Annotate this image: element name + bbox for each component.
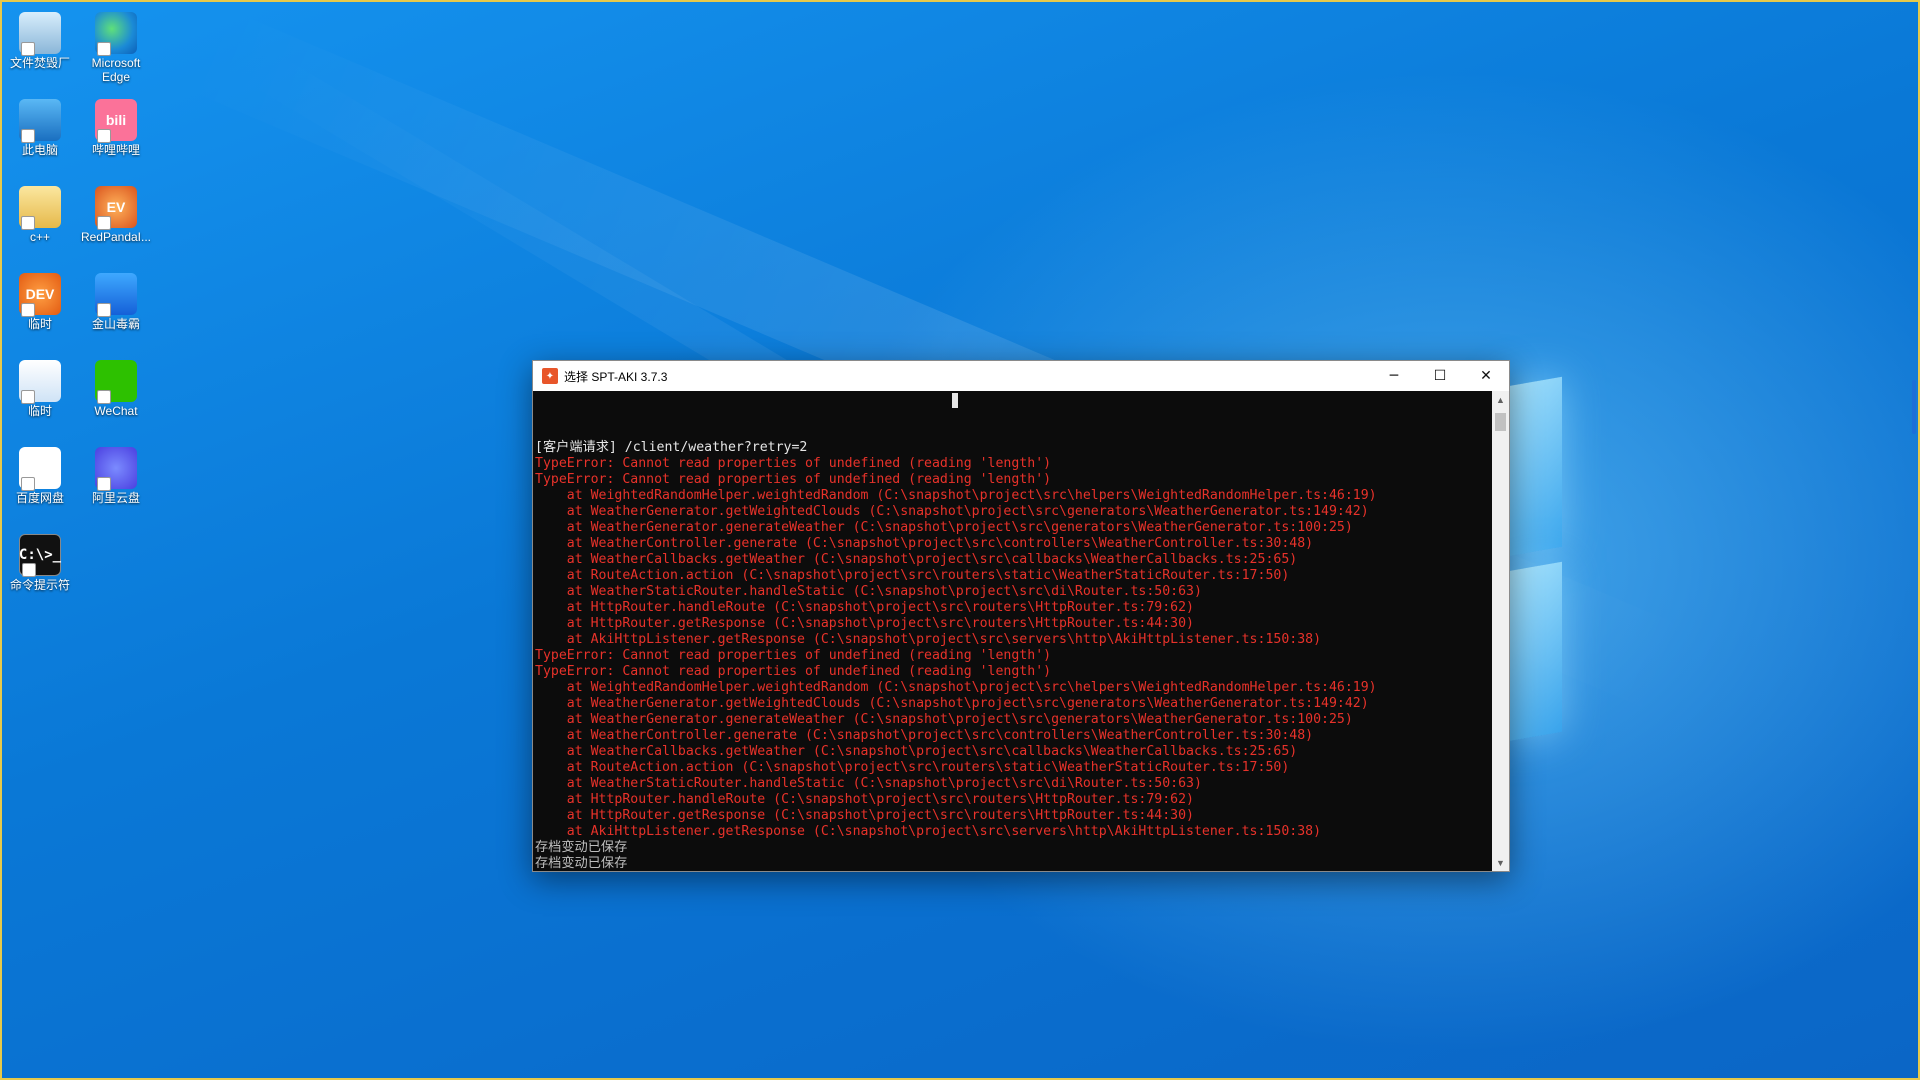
console-line: at AkiHttpListener.getResponse (C:\snaps… <box>535 824 1322 839</box>
red-panda-icon: EV <box>95 186 137 230</box>
console-line: at WeatherStaticRouter.handleStatic (C:\… <box>535 584 1202 599</box>
desktop-icon-label: 金山毒霸 <box>91 317 140 331</box>
console-line: at WeightedRandomHelper.weightedRandom (… <box>535 680 1377 695</box>
wechat-icon <box>95 360 137 404</box>
bilibili-icon: bili <box>95 99 137 143</box>
desktop-icon-label: 文件焚毁厂 <box>9 56 70 70</box>
aliyun-drive-icon <box>95 447 137 491</box>
console-line: at WeatherGenerator.generateWeather (C:\… <box>535 520 1353 535</box>
console-line: at WeatherGenerator.generateWeather (C:\… <box>535 712 1353 727</box>
console-line: at RouteAction.action (C:\snapshot\proje… <box>535 568 1290 583</box>
maximize-button[interactable]: ☐ <box>1417 361 1463 391</box>
baidu-netdisk-icon <box>19 447 61 491</box>
desktop-icon-label: 临时 <box>27 317 52 331</box>
desktop-icon-temp-dev[interactable]: DEV 临时 <box>2 267 78 349</box>
desktop-icon-label: 阿里云盘 <box>91 491 140 505</box>
console-line: at WeatherGenerator.getWeightedClouds (C… <box>535 504 1369 519</box>
console-line: TypeError: Cannot read properties of und… <box>535 648 1052 663</box>
console-line: [客户端请求] /client/weather?retry=2 <box>535 440 808 455</box>
window-title: 选择 SPT-AKI 3.7.3 <box>564 369 668 384</box>
folder-icon <box>19 186 61 230</box>
console-window[interactable]: ✦ 选择 SPT-AKI 3.7.3 ─ ☐ ✕ [客户端请求] /client… <box>532 360 1510 872</box>
desktop-icon-wechat[interactable]: WeChat <box>78 354 154 436</box>
desktop-icon-edge[interactable]: Microsoft Edge <box>78 6 154 88</box>
desktop-icon-label: 临时 <box>27 404 52 418</box>
console-line: at WeatherGenerator.getWeightedClouds (C… <box>535 696 1369 711</box>
desktop-icon-label: 命令提示符 <box>9 578 70 592</box>
selection-cursor <box>952 393 958 408</box>
computer-icon <box>19 99 61 143</box>
desktop-icon-redpanda[interactable]: EV RedPandaI... <box>78 180 154 262</box>
desktop-icon-aliyun-drive[interactable]: 阿里云盘 <box>78 441 154 523</box>
spt-aki-app-icon: ✦ <box>542 368 558 384</box>
scroll-up-arrow-icon[interactable]: ▲ <box>1492 391 1509 408</box>
console-line: 存档变动已保存 <box>535 856 628 871</box>
console-line: at WeatherCallbacks.getWeather (C:\snaps… <box>535 552 1298 567</box>
console-line: TypeError: Cannot read properties of und… <box>535 664 1052 679</box>
desktop-icon-baidu-netdisk[interactable]: 百度网盘 <box>2 441 78 523</box>
desktop-icon-label: 此电脑 <box>21 143 58 157</box>
window-titlebar[interactable]: ✦ 选择 SPT-AKI 3.7.3 ─ ☐ ✕ <box>533 361 1509 391</box>
scrollbar-thumb[interactable] <box>1495 413 1506 431</box>
console-line: at HttpRouter.getResponse (C:\snapshot\p… <box>535 616 1194 631</box>
console-line: at WeightedRandomHelper.weightedRandom (… <box>535 488 1377 503</box>
desktop-icon-bilibili[interactable]: bili 哔哩哔哩 <box>78 93 154 175</box>
desktop-icon-kingsoft[interactable]: 金山毒霸 <box>78 267 154 349</box>
recycle-bin-icon <box>19 12 61 56</box>
console-line: 存档变动已保存 <box>535 840 628 855</box>
console-line: at HttpRouter.handleRoute (C:\snapshot\p… <box>535 792 1194 807</box>
console-line: at AkiHttpListener.getResponse (C:\snaps… <box>535 632 1322 647</box>
console-line: at WeatherController.generate (C:\snapsh… <box>535 536 1314 551</box>
dev-panda-icon: DEV <box>19 273 61 317</box>
desktop-icon-cmd[interactable]: C:\>_ 命令提示符 <box>2 528 78 610</box>
desktop-icon-label: RedPandaI... <box>80 230 152 244</box>
kingsoft-antivirus-icon <box>95 273 137 317</box>
desktop-icon-label: Microsoft Edge <box>91 56 141 84</box>
logo-pane <box>1502 376 1562 558</box>
console-line: at HttpRouter.getResponse (C:\snapshot\p… <box>535 808 1194 823</box>
desktop: 文件焚毁厂 Microsoft Edge 此电脑 bili 哔哩哔哩 c++ E… <box>0 0 1920 1080</box>
vertical-scrollbar[interactable]: ▲ ▼ <box>1492 391 1509 871</box>
scroll-down-arrow-icon[interactable]: ▼ <box>1492 854 1509 871</box>
screen-edge-handle[interactable] <box>1912 380 1916 434</box>
console-line: at WeatherStaticRouter.handleStatic (C:\… <box>535 776 1202 791</box>
console-output[interactable]: [客户端请求] /client/weather?retry=2 TypeError… <box>533 391 1492 871</box>
edge-icon <box>95 12 137 56</box>
window-controls: ─ ☐ ✕ <box>1371 361 1509 391</box>
console-line: at RouteAction.action (C:\snapshot\proje… <box>535 760 1290 775</box>
desktop-icon-label: WeChat <box>94 404 138 418</box>
desktop-icon-label: c++ <box>29 230 50 244</box>
desktop-icon-this-pc[interactable]: 此电脑 <box>2 93 78 175</box>
desktop-icon-temp[interactable]: 临时 <box>2 354 78 436</box>
desktop-icon-label: 哔哩哔哩 <box>91 143 140 157</box>
minimize-button[interactable]: ─ <box>1371 361 1417 391</box>
close-button[interactable]: ✕ <box>1463 361 1509 391</box>
desktop-icon-recycle-bin[interactable]: 文件焚毁厂 <box>2 6 78 88</box>
desktop-icon-cpp[interactable]: c++ <box>2 180 78 262</box>
command-prompt-icon: C:\>_ <box>19 534 61 577</box>
console-line: at WeatherController.generate (C:\snapsh… <box>535 728 1314 743</box>
window-app-icon <box>19 360 61 404</box>
logo-pane <box>1502 561 1562 743</box>
console-line: at HttpRouter.handleRoute (C:\snapshot\p… <box>535 600 1194 615</box>
desktop-icon-label: 百度网盘 <box>15 491 64 505</box>
console-line: at WeatherCallbacks.getWeather (C:\snaps… <box>535 744 1298 759</box>
console-line: TypeError: Cannot read properties of und… <box>535 456 1052 471</box>
console-line: TypeError: Cannot read properties of und… <box>535 472 1052 487</box>
